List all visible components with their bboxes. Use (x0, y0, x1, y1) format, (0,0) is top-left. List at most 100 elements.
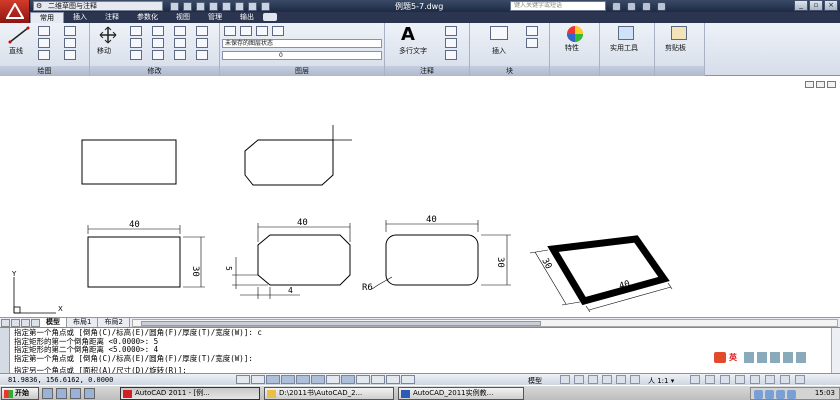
plot-icon[interactable] (222, 1, 231, 11)
tools-icon[interactable] (796, 351, 806, 363)
moon-icon[interactable] (744, 351, 754, 363)
table-icon[interactable] (445, 50, 457, 60)
sc-toggle[interactable] (401, 375, 415, 384)
workspace-switcher[interactable]: ⚙ 二维草图与注释 (33, 1, 163, 11)
pan-icon[interactable] (588, 375, 598, 384)
utilities-panel-label[interactable] (600, 66, 654, 76)
otrack-toggle[interactable] (311, 375, 325, 384)
layer-panel-label[interactable]: 图层 (220, 66, 384, 76)
keyboard-icon[interactable] (770, 351, 780, 363)
punct-icon[interactable] (757, 351, 767, 363)
horizontal-scrollbar[interactable] (131, 318, 838, 327)
start-button[interactable]: 开始 (1, 387, 39, 400)
layer-off-icon[interactable] (272, 26, 284, 36)
calculator-icon[interactable] (618, 26, 634, 40)
tab-layout1[interactable]: 布局1 (67, 317, 99, 328)
task-explorer[interactable]: D:\2011书\AutoCAD_2... (264, 387, 394, 400)
tpy-toggle[interactable] (371, 375, 385, 384)
properties-label[interactable]: 特性 (565, 43, 579, 53)
explode-icon[interactable] (196, 26, 208, 36)
task-autocad[interactable]: AutoCAD 2011 - [例... (120, 387, 260, 400)
last-tab-icon[interactable] (31, 318, 40, 327)
copy-icon[interactable] (130, 38, 142, 48)
move-tool-icon[interactable] (98, 26, 118, 44)
new-icon[interactable] (170, 1, 179, 11)
snap-toggle[interactable] (236, 375, 250, 384)
chamfered-rectangle-draft[interactable] (244, 139, 334, 186)
tab-insert[interactable]: 插入 (64, 12, 96, 23)
sogou-ime-icon[interactable] (714, 351, 726, 363)
line-tool-icon[interactable] (8, 26, 30, 44)
layer-isolate-icon[interactable] (240, 26, 252, 36)
polyline-icon[interactable] (38, 26, 50, 36)
insert-block-label[interactable]: 插入 (492, 46, 506, 56)
qat-dropdown-icon[interactable] (261, 1, 270, 11)
chamfered-rectangle[interactable] (257, 234, 351, 286)
multiline-text-icon[interactable]: A (401, 24, 415, 45)
minimize-icon[interactable]: _ (794, 0, 808, 11)
layer-freeze-icon[interactable] (256, 26, 268, 36)
tab-view[interactable]: 视图 (167, 12, 199, 23)
fillet-icon[interactable] (174, 38, 186, 48)
status-menu-icon[interactable] (780, 375, 790, 384)
help-icon[interactable] (657, 1, 666, 11)
zoom-icon[interactable] (602, 375, 612, 384)
browser-icon[interactable] (56, 388, 67, 399)
tab-manage[interactable]: 管理 (199, 12, 231, 23)
arc-icon[interactable] (38, 50, 50, 60)
workspace-switch-icon[interactable] (720, 375, 730, 384)
ellipse-icon[interactable] (64, 50, 76, 60)
tab-layout2[interactable]: 布局2 (98, 317, 130, 328)
stretch-icon[interactable] (130, 50, 142, 60)
move-tool-label[interactable]: 移动 (97, 46, 111, 56)
tray-network-icon[interactable] (754, 390, 763, 399)
rectangle-icon[interactable] (64, 26, 76, 36)
circle-icon[interactable] (38, 38, 50, 48)
grid-toggle[interactable] (251, 375, 265, 384)
steering-wheel-icon[interactable] (616, 375, 626, 384)
save-icon[interactable] (196, 1, 205, 11)
tab-output[interactable]: 输出 (231, 12, 263, 23)
tray-ime-icon[interactable] (787, 390, 796, 399)
drawing-canvas[interactable]: 40 30 40 5 4 40 30 R6 30 40 Y X (0, 77, 840, 317)
tray-volume-icon[interactable] (765, 390, 774, 399)
next-tab-icon[interactable] (21, 318, 30, 327)
folder-icon[interactable] (84, 388, 95, 399)
ducs-toggle[interactable] (326, 375, 340, 384)
clipboard-icon[interactable] (671, 26, 687, 40)
linear-dim-icon[interactable] (445, 26, 457, 36)
multiline-text-label[interactable]: 多行文字 (399, 46, 427, 56)
scrollbar-thumb[interactable] (140, 320, 541, 326)
create-block-icon[interactable] (526, 26, 538, 36)
lwt-toggle[interactable] (356, 375, 370, 384)
show-desktop-icon[interactable] (42, 388, 53, 399)
task-word[interactable]: AutoCAD_2011实例教... (398, 387, 524, 400)
close-icon[interactable]: × (824, 0, 838, 11)
dyn-toggle[interactable] (341, 375, 355, 384)
rotate-icon[interactable] (130, 26, 142, 36)
rotated-wide-rectangle[interactable] (547, 235, 670, 306)
line-tool-label[interactable]: 直线 (9, 46, 23, 56)
layer-state-combo[interactable]: 未保存的图层状态 (222, 39, 382, 48)
filleted-rectangle[interactable] (385, 234, 479, 286)
open-icon[interactable] (183, 1, 192, 11)
tab-parametric[interactable]: 参数化 (128, 12, 167, 23)
scale-icon[interactable] (152, 50, 164, 60)
tab-home[interactable]: 常用 (30, 12, 64, 23)
multileader-icon[interactable] (445, 38, 457, 48)
media-icon[interactable] (70, 388, 81, 399)
showmotion-icon[interactable] (630, 375, 640, 384)
application-menu-button[interactable] (0, 0, 30, 24)
prev-tab-icon[interactable] (11, 318, 20, 327)
ribbon-toggle-button[interactable] (263, 13, 277, 21)
layer-properties-icon[interactable] (224, 26, 236, 36)
edit-block-icon[interactable] (526, 38, 538, 48)
insert-block-icon[interactable] (490, 26, 508, 40)
erase-icon[interactable] (174, 26, 186, 36)
ortho-toggle[interactable] (266, 375, 280, 384)
first-tab-icon[interactable] (1, 318, 10, 327)
star-icon[interactable] (642, 1, 651, 11)
properties-panel-label[interactable] (550, 66, 599, 76)
quick-view-layouts-icon[interactable] (560, 375, 570, 384)
ime-mode-label[interactable]: 英 (729, 352, 741, 363)
